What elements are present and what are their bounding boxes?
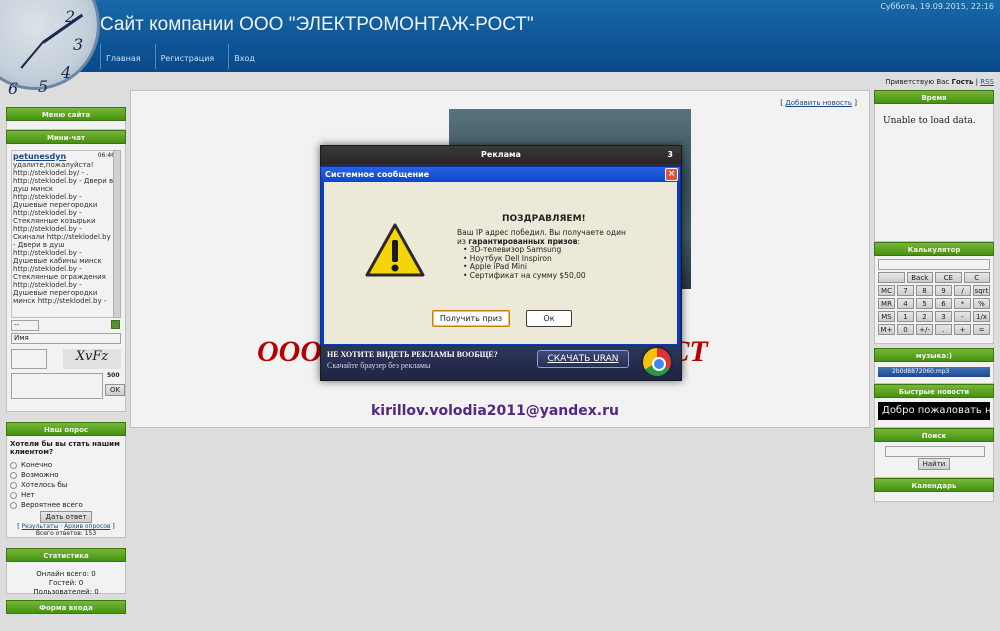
dialog-title: Системное сообщение xyxy=(325,170,430,179)
dialog-message: Ваш IP адрес победил. Вы получаете один … xyxy=(457,228,657,280)
close-icon[interactable]: × xyxy=(665,168,678,181)
ad-countdown: 3 xyxy=(667,150,673,159)
prize-item: • Сертификат на сумму $50,00 xyxy=(463,270,586,280)
browser-logo-icon[interactable] xyxy=(641,346,673,378)
system-dialog: Системное сообщение × ПОЗДРАВЛЯЕМ! Ваш I… xyxy=(320,166,681,346)
get-prize-button[interactable]: Получить приз xyxy=(432,310,510,327)
dialog-body: ПОЗДРАВЛЯЕМ! Ваш IP адрес победил. Вы по… xyxy=(324,182,677,344)
warning-icon xyxy=(365,223,425,277)
ad-question: НЕ ХОТИТЕ ВИДЕТЬ РЕКЛАМЫ ВООБЩЕ? xyxy=(327,350,498,359)
dialog-heading: ПОЗДРАВЛЯЕМ! xyxy=(502,214,586,224)
ad-subtext: Скачайте браузер без рекламы xyxy=(327,361,431,370)
dialog-titlebar: Системное сообщение × xyxy=(321,167,680,182)
download-uran-button[interactable]: СКАЧАТЬ URAN xyxy=(537,350,629,368)
ad-footer: НЕ ХОТИТЕ ВИДЕТЬ РЕКЛАМЫ ВООБЩЕ? Скачайт… xyxy=(321,344,681,380)
ad-header: Реклама 3 xyxy=(321,146,681,164)
ad-title: Реклама xyxy=(481,150,521,159)
prize-list: • 3D-телевизор Samsung • Ноутбук Dell In… xyxy=(457,245,657,280)
ok-button[interactable]: Ок xyxy=(526,310,572,327)
